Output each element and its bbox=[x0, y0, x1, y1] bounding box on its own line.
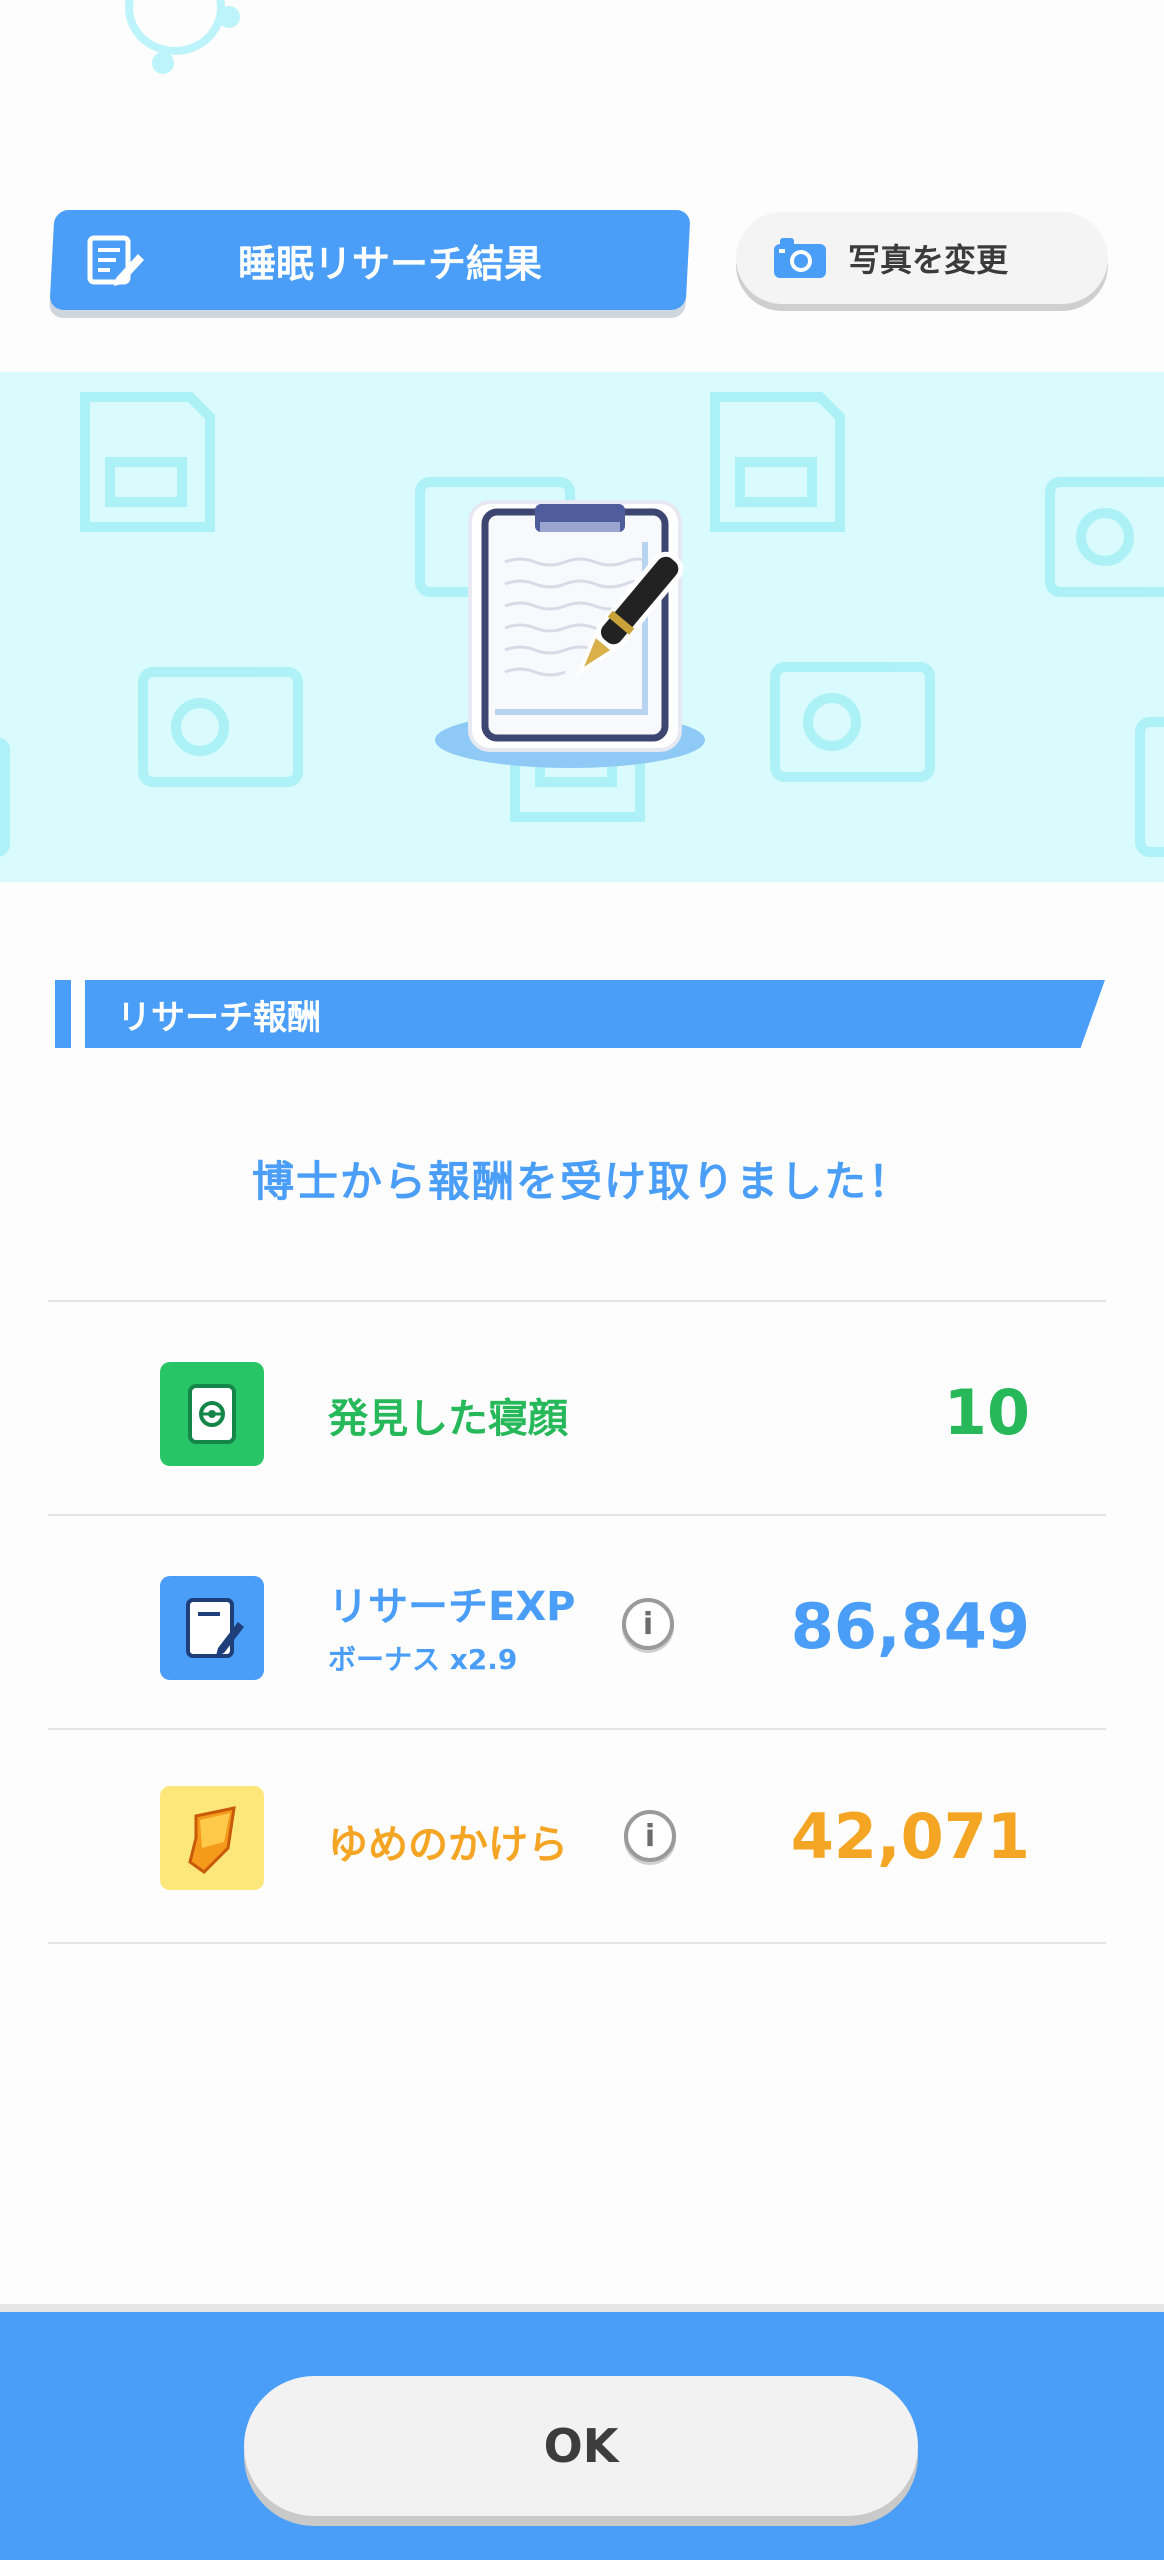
reward-label: ゆめのかけら bbox=[328, 1822, 568, 1868]
research-note-icon bbox=[160, 1576, 264, 1680]
top-decoration bbox=[125, 0, 225, 55]
change-photo-label: 写真を変更 bbox=[848, 241, 1009, 279]
camera-icon bbox=[774, 238, 826, 278]
ok-button[interactable]: OK bbox=[244, 2376, 918, 2516]
reward-bonus-label: ボーナス x2.9 bbox=[328, 1643, 518, 1676]
reward-value: 10 bbox=[943, 1376, 1030, 1449]
section-title: リサーチ報酬 bbox=[117, 997, 321, 1038]
result-banner bbox=[0, 372, 1164, 882]
info-icon[interactable]: i bbox=[624, 1810, 676, 1862]
dream-shard-icon bbox=[160, 1786, 264, 1890]
top-decoration-dot bbox=[218, 6, 240, 28]
change-photo-button[interactable]: 写真を変更 bbox=[736, 212, 1108, 304]
section-header-research-reward: リサーチ報酬 bbox=[55, 980, 1105, 1048]
reward-value: 86,849 bbox=[790, 1590, 1030, 1663]
info-icon[interactable]: i bbox=[622, 1598, 674, 1650]
reward-label: 発見した寝顔 bbox=[328, 1396, 568, 1442]
top-decoration-dot bbox=[152, 52, 174, 74]
sleep-style-card-icon bbox=[160, 1362, 264, 1466]
reward-value: 42,071 bbox=[790, 1800, 1030, 1873]
reward-row-dream-shards: ゆめのかけら i 42,071 bbox=[48, 1728, 1106, 1944]
reward-row-sleep-styles: 発見した寝顔 10 bbox=[48, 1300, 1106, 1514]
tab-sleep-research-result[interactable]: 睡眠リサーチ結果 bbox=[49, 210, 691, 310]
clipboard-pen-icon bbox=[435, 500, 705, 768]
reward-label: リサーチEXP bbox=[328, 1584, 576, 1630]
reward-row-research-exp: リサーチEXP ボーナス x2.9 i 86,849 bbox=[48, 1514, 1106, 1728]
tab-label: 睡眠リサーチ結果 bbox=[237, 241, 542, 286]
reward-message: 博士から報酬を受け取りました！ bbox=[251, 1157, 912, 1206]
section-header-accent bbox=[55, 980, 71, 1048]
